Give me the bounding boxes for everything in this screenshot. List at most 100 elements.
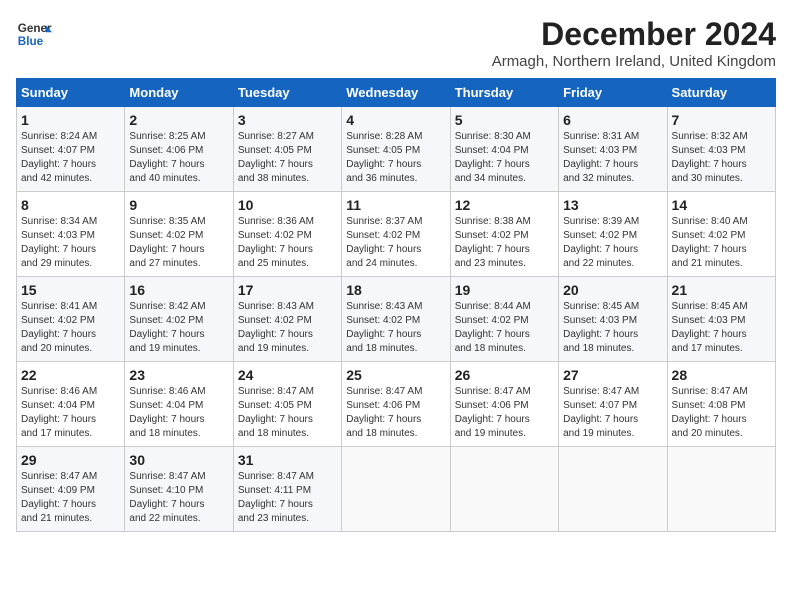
weekday-header: Wednesday bbox=[342, 79, 450, 107]
weekday-header: Sunday bbox=[17, 79, 125, 107]
day-number: 27 bbox=[563, 367, 662, 383]
day-number: 23 bbox=[129, 367, 228, 383]
day-info: Sunrise: 8:47 AM Sunset: 4:11 PM Dayligh… bbox=[238, 470, 337, 526]
calendar-day-cell bbox=[559, 447, 667, 532]
day-info: Sunrise: 8:47 AM Sunset: 4:06 PM Dayligh… bbox=[346, 385, 445, 441]
calendar-day-cell: 17 Sunrise: 8:43 AM Sunset: 4:02 PM Dayli… bbox=[233, 277, 341, 362]
day-number: 10 bbox=[238, 197, 337, 213]
day-info: Sunrise: 8:42 AM Sunset: 4:02 PM Dayligh… bbox=[129, 300, 228, 356]
day-number: 17 bbox=[238, 282, 337, 298]
day-info: Sunrise: 8:46 AM Sunset: 4:04 PM Dayligh… bbox=[21, 385, 120, 441]
calendar-day-cell: 5Sunrise: 8:30 AM Sunset: 4:04 PM Daylig… bbox=[450, 107, 558, 192]
calendar-day-cell: 15 Sunrise: 8:41 AM Sunset: 4:02 PM Dayli… bbox=[17, 277, 125, 362]
calendar-day-cell: 11 Sunrise: 8:37 AM Sunset: 4:02 PM Dayli… bbox=[342, 192, 450, 277]
calendar-week-row: 15 Sunrise: 8:41 AM Sunset: 4:02 PM Dayli… bbox=[17, 277, 776, 362]
day-number: 6 bbox=[563, 112, 662, 128]
calendar-day-cell: 7 Sunrise: 8:32 AM Sunset: 4:03 PM Daylig… bbox=[667, 107, 775, 192]
title-block: December 2024 Armagh, Northern Ireland, … bbox=[492, 16, 776, 70]
day-info: Sunrise: 8:46 AM Sunset: 4:04 PM Dayligh… bbox=[129, 385, 228, 441]
day-info: Sunrise: 8:47 AM Sunset: 4:06 PM Dayligh… bbox=[455, 385, 554, 441]
calendar-day-cell: 9 Sunrise: 8:35 AM Sunset: 4:02 PM Daylig… bbox=[125, 192, 233, 277]
day-number: 18 bbox=[346, 282, 445, 298]
calendar-day-cell: 10 Sunrise: 8:36 AM Sunset: 4:02 PM Dayli… bbox=[233, 192, 341, 277]
day-info: Sunrise: 8:47 AM Sunset: 4:10 PM Dayligh… bbox=[129, 470, 228, 526]
day-number: 11 bbox=[346, 197, 445, 213]
day-info: Sunrise: 8:39 AM Sunset: 4:02 PM Dayligh… bbox=[563, 215, 662, 271]
day-info: Sunrise: 8:37 AM Sunset: 4:02 PM Dayligh… bbox=[346, 215, 445, 271]
day-number: 28 bbox=[672, 367, 771, 383]
calendar-day-cell: 16 Sunrise: 8:42 AM Sunset: 4:02 PM Dayli… bbox=[125, 277, 233, 362]
day-number: 5 bbox=[455, 112, 554, 128]
day-info: Sunrise: 8:32 AM Sunset: 4:03 PM Dayligh… bbox=[672, 130, 771, 186]
day-info: Sunrise: 8:36 AM Sunset: 4:02 PM Dayligh… bbox=[238, 215, 337, 271]
weekday-header: Saturday bbox=[667, 79, 775, 107]
calendar-week-row: 22Sunrise: 8:46 AM Sunset: 4:04 PM Dayli… bbox=[17, 362, 776, 447]
calendar-table: SundayMondayTuesdayWednesdayThursdayFrid… bbox=[16, 78, 776, 532]
day-info: Sunrise: 8:24 AM Sunset: 4:07 PM Dayligh… bbox=[21, 130, 120, 186]
day-number: 26 bbox=[455, 367, 554, 383]
day-number: 29 bbox=[21, 452, 120, 468]
calendar-day-cell: 1 Sunrise: 8:24 AM Sunset: 4:07 PM Daylig… bbox=[17, 107, 125, 192]
calendar-day-cell: 6 Sunrise: 8:31 AM Sunset: 4:03 PM Daylig… bbox=[559, 107, 667, 192]
day-info: Sunrise: 8:28 AM Sunset: 4:05 PM Dayligh… bbox=[346, 130, 445, 186]
calendar-day-cell: 29 Sunrise: 8:47 AM Sunset: 4:09 PM Dayli… bbox=[17, 447, 125, 532]
calendar-day-cell bbox=[450, 447, 558, 532]
day-number: 25 bbox=[346, 367, 445, 383]
day-number: 12 bbox=[455, 197, 554, 213]
calendar-day-cell: 12Sunrise: 8:38 AM Sunset: 4:02 PM Dayli… bbox=[450, 192, 558, 277]
month-title: December 2024 bbox=[492, 16, 776, 53]
day-info: Sunrise: 8:45 AM Sunset: 4:03 PM Dayligh… bbox=[672, 300, 771, 356]
day-number: 14 bbox=[672, 197, 771, 213]
day-info: Sunrise: 8:31 AM Sunset: 4:03 PM Dayligh… bbox=[563, 130, 662, 186]
day-info: Sunrise: 8:40 AM Sunset: 4:02 PM Dayligh… bbox=[672, 215, 771, 271]
calendar-day-cell: 24 Sunrise: 8:47 AM Sunset: 4:05 PM Dayli… bbox=[233, 362, 341, 447]
day-number: 31 bbox=[238, 452, 337, 468]
day-info: Sunrise: 8:41 AM Sunset: 4:02 PM Dayligh… bbox=[21, 300, 120, 356]
calendar-day-cell: 3Sunrise: 8:27 AM Sunset: 4:05 PM Daylig… bbox=[233, 107, 341, 192]
calendar-day-cell: 19Sunrise: 8:44 AM Sunset: 4:02 PM Dayli… bbox=[450, 277, 558, 362]
day-info: Sunrise: 8:34 AM Sunset: 4:03 PM Dayligh… bbox=[21, 215, 120, 271]
calendar-day-cell: 20Sunrise: 8:45 AM Sunset: 4:03 PM Dayli… bbox=[559, 277, 667, 362]
day-info: Sunrise: 8:43 AM Sunset: 4:02 PM Dayligh… bbox=[346, 300, 445, 356]
calendar-week-row: 29 Sunrise: 8:47 AM Sunset: 4:09 PM Dayli… bbox=[17, 447, 776, 532]
weekday-header: Friday bbox=[559, 79, 667, 107]
day-info: Sunrise: 8:47 AM Sunset: 4:09 PM Dayligh… bbox=[21, 470, 120, 526]
day-info: Sunrise: 8:43 AM Sunset: 4:02 PM Dayligh… bbox=[238, 300, 337, 356]
day-number: 30 bbox=[129, 452, 228, 468]
calendar-day-cell bbox=[667, 447, 775, 532]
calendar-day-cell: 23 Sunrise: 8:46 AM Sunset: 4:04 PM Dayli… bbox=[125, 362, 233, 447]
day-number: 16 bbox=[129, 282, 228, 298]
day-number: 1 bbox=[21, 112, 120, 128]
calendar-day-cell: 21 Sunrise: 8:45 AM Sunset: 4:03 PM Dayli… bbox=[667, 277, 775, 362]
day-info: Sunrise: 8:35 AM Sunset: 4:02 PM Dayligh… bbox=[129, 215, 228, 271]
location-subtitle: Armagh, Northern Ireland, United Kingdom bbox=[492, 53, 776, 70]
calendar-day-cell bbox=[342, 447, 450, 532]
day-number: 13 bbox=[563, 197, 662, 213]
day-number: 20 bbox=[563, 282, 662, 298]
calendar-day-cell: 26 Sunrise: 8:47 AM Sunset: 4:06 PM Dayli… bbox=[450, 362, 558, 447]
calendar-day-cell: 22Sunrise: 8:46 AM Sunset: 4:04 PM Dayli… bbox=[17, 362, 125, 447]
day-info: Sunrise: 8:47 AM Sunset: 4:07 PM Dayligh… bbox=[563, 385, 662, 441]
day-number: 7 bbox=[672, 112, 771, 128]
svg-text:Blue: Blue bbox=[18, 35, 44, 48]
day-number: 15 bbox=[21, 282, 120, 298]
calendar-day-cell: 25 Sunrise: 8:47 AM Sunset: 4:06 PM Dayli… bbox=[342, 362, 450, 447]
weekday-header: Tuesday bbox=[233, 79, 341, 107]
weekday-header-row: SundayMondayTuesdayWednesdayThursdayFrid… bbox=[17, 79, 776, 107]
day-info: Sunrise: 8:44 AM Sunset: 4:02 PM Dayligh… bbox=[455, 300, 554, 356]
calendar-day-cell: 31 Sunrise: 8:47 AM Sunset: 4:11 PM Dayli… bbox=[233, 447, 341, 532]
calendar-day-cell: 14 Sunrise: 8:40 AM Sunset: 4:02 PM Dayli… bbox=[667, 192, 775, 277]
day-number: 4 bbox=[346, 112, 445, 128]
calendar-day-cell: 30 Sunrise: 8:47 AM Sunset: 4:10 PM Dayli… bbox=[125, 447, 233, 532]
day-info: Sunrise: 8:25 AM Sunset: 4:06 PM Dayligh… bbox=[129, 130, 228, 186]
day-number: 21 bbox=[672, 282, 771, 298]
day-info: Sunrise: 8:47 AM Sunset: 4:05 PM Dayligh… bbox=[238, 385, 337, 441]
day-info: Sunrise: 8:27 AM Sunset: 4:05 PM Dayligh… bbox=[238, 130, 337, 186]
calendar-day-cell: 2Sunrise: 8:25 AM Sunset: 4:06 PM Daylig… bbox=[125, 107, 233, 192]
day-number: 24 bbox=[238, 367, 337, 383]
calendar-day-cell: 13 Sunrise: 8:39 AM Sunset: 4:02 PM Dayli… bbox=[559, 192, 667, 277]
calendar-day-cell: 28Sunrise: 8:47 AM Sunset: 4:08 PM Dayli… bbox=[667, 362, 775, 447]
day-number: 9 bbox=[129, 197, 228, 213]
calendar-day-cell: 8Sunrise: 8:34 AM Sunset: 4:03 PM Daylig… bbox=[17, 192, 125, 277]
weekday-header: Monday bbox=[125, 79, 233, 107]
